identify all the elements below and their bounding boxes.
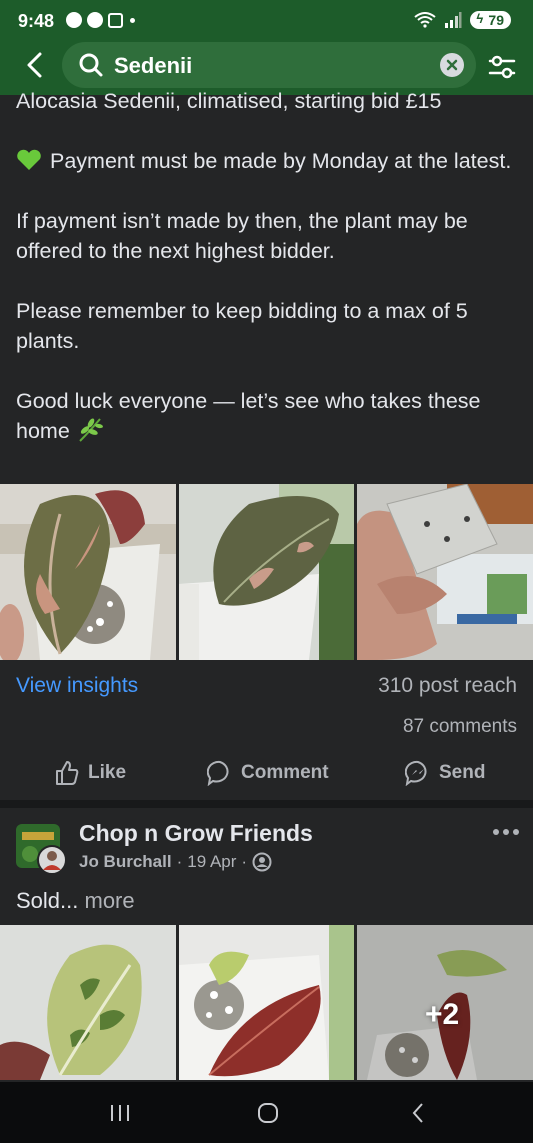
clear-search-icon[interactable]	[440, 53, 464, 77]
post2-text-snippet: Sold...	[16, 888, 79, 913]
notification-icon	[87, 12, 103, 28]
search-query: Sedenii	[114, 53, 193, 78]
view-insights-link[interactable]: View insights	[16, 674, 138, 698]
status-bar: 9:48 ϟ 79	[0, 0, 533, 42]
meta-separator: ·	[241, 852, 248, 871]
more-notifications-icon	[130, 17, 135, 23]
send-label: Send	[439, 762, 486, 783]
see-more-link[interactable]: more	[85, 888, 135, 913]
post-line: Good luck everyone — let’s see who takes…	[16, 389, 481, 443]
recent-apps-icon[interactable]	[107, 1100, 133, 1126]
wifi-icon	[414, 12, 437, 28]
green-heart-icon	[17, 149, 41, 170]
search-input[interactable]: Sedenii	[62, 42, 476, 88]
home-icon[interactable]	[255, 1100, 281, 1126]
comment-count[interactable]: 87 comments	[403, 716, 517, 738]
back-icon[interactable]	[405, 1100, 431, 1126]
battery-level: 79	[488, 12, 504, 28]
post-date[interactable]: 19 Apr	[187, 852, 236, 872]
meta-separator: ·	[176, 852, 183, 871]
post-photo-grid[interactable]	[0, 484, 533, 660]
comment-icon	[207, 760, 229, 786]
back-arrow-icon[interactable]	[18, 48, 52, 82]
plant-photo[interactable]	[357, 484, 533, 660]
search-icon	[79, 53, 103, 77]
author-name[interactable]: Jo Burchall	[79, 852, 172, 872]
battery-indicator: ϟ 79	[470, 11, 511, 29]
thumbs-up-icon	[56, 761, 79, 785]
messenger-send-icon	[405, 760, 427, 786]
like-button[interactable]: Like	[54, 760, 126, 786]
charging-icon: ϟ	[476, 11, 484, 26]
post-line: Please remember to keep bidding to a max…	[16, 299, 468, 353]
herb-icon	[79, 418, 103, 442]
post-reach: 310 post reach	[378, 674, 517, 697]
status-time: 9:48	[18, 11, 55, 31]
search-row: Sedenii	[0, 42, 533, 92]
post-line: Alocasia Sedenii, climatised, starting b…	[16, 89, 442, 113]
send-button[interactable]: Send	[405, 760, 485, 786]
more-photos-count[interactable]: +2	[425, 998, 459, 1032]
notification-icons	[66, 12, 135, 28]
post-meta: Jo Burchall · 19 Apr ·	[79, 852, 272, 872]
privacy-members-icon	[252, 852, 272, 872]
messenger-icon	[66, 12, 82, 28]
more-options-icon[interactable]	[491, 826, 521, 838]
screenshot-icon	[108, 12, 123, 28]
filter-icon[interactable]	[487, 52, 517, 82]
post2-text: Sold... more	[16, 888, 135, 914]
plant-photo[interactable]	[179, 925, 354, 1080]
comment-label: Comment	[241, 762, 329, 783]
signal-icon	[445, 12, 462, 28]
like-label: Like	[88, 762, 127, 783]
top-app-bar: 9:48 ϟ 79 Sedenii	[0, 0, 533, 95]
post-actions: Like Comment Send	[0, 752, 533, 796]
plant-photo[interactable]	[179, 484, 354, 660]
comment-button[interactable]: Comment	[207, 760, 329, 786]
post-body: Alocasia Sedenii, climatised, starting b…	[16, 86, 521, 446]
system-nav-bar	[0, 1082, 533, 1143]
system-icons: ϟ 79	[414, 11, 511, 29]
group-name[interactable]: Chop n Grow Friends	[79, 820, 313, 847]
plant-photo[interactable]	[0, 925, 176, 1080]
post-divider	[0, 800, 533, 808]
plant-photo[interactable]	[0, 484, 176, 660]
post-line: If payment isn’t made by then, the plant…	[16, 209, 468, 263]
post-line: Payment must be made by Monday at the la…	[16, 146, 521, 176]
group-avatar[interactable]	[16, 824, 68, 876]
